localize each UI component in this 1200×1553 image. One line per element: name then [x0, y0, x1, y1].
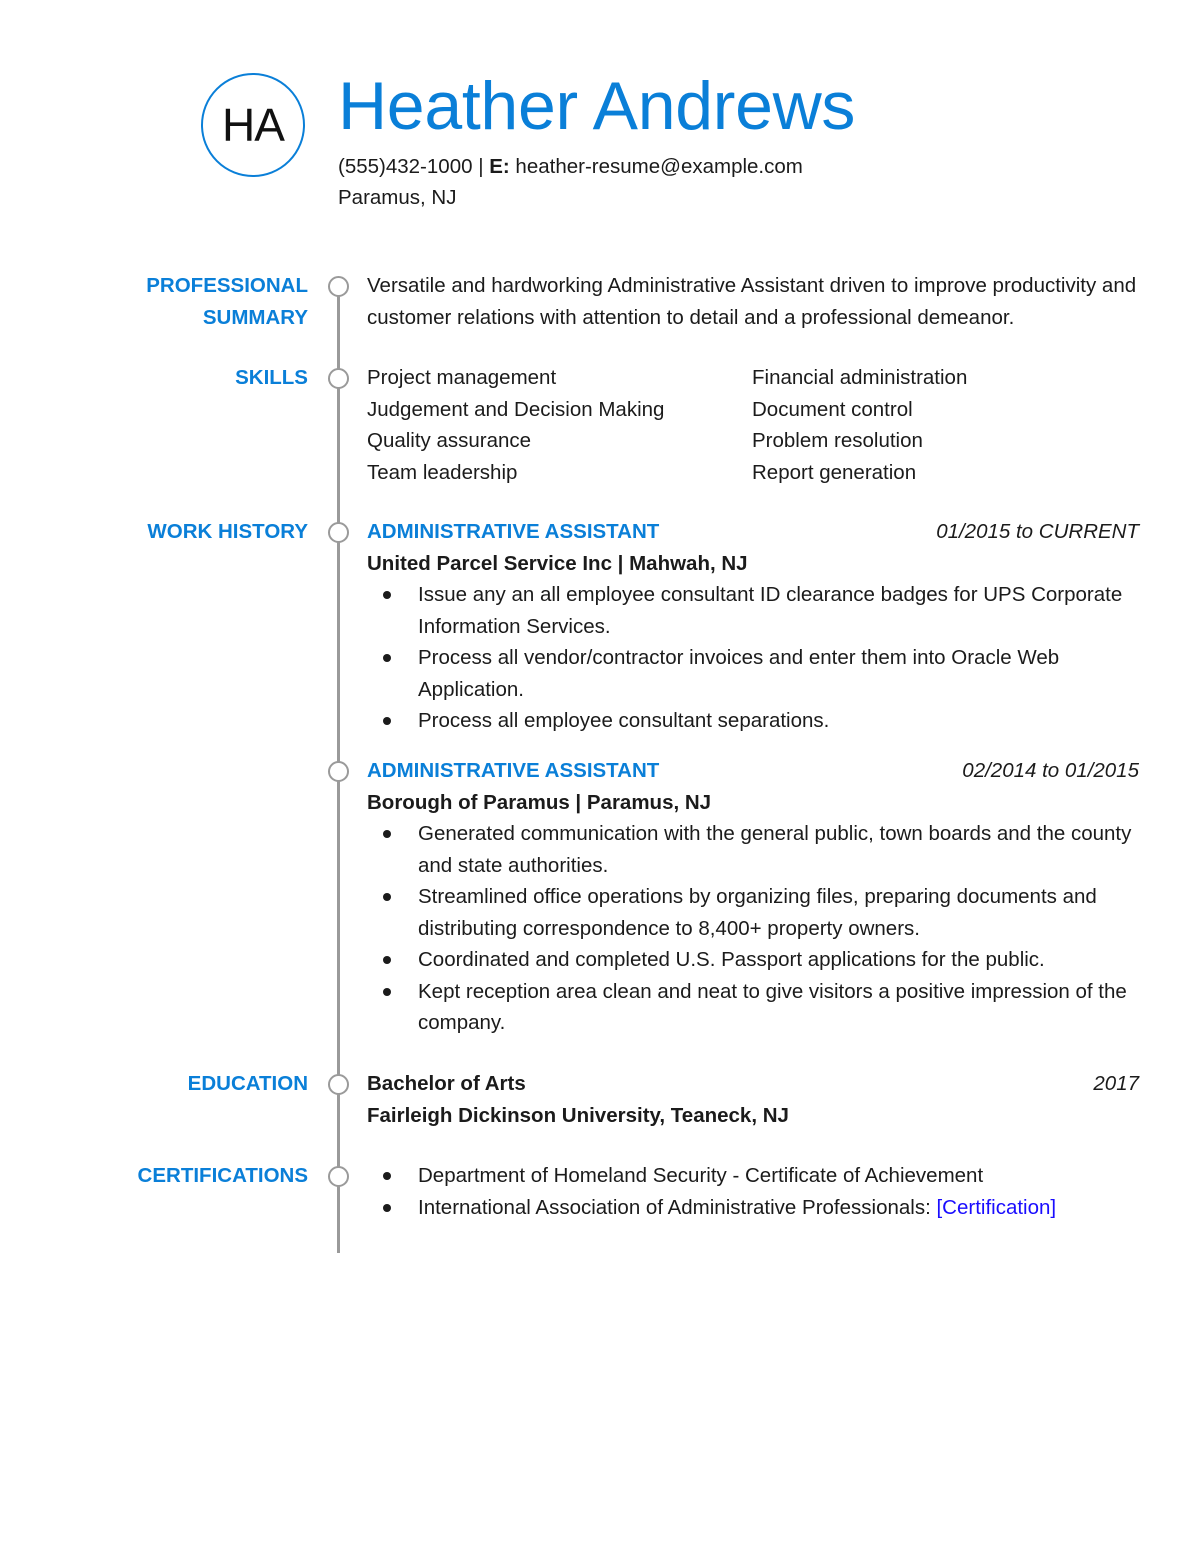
certification-item: International Association of Administrat… — [367, 1192, 1139, 1224]
skill-item: Report generation — [752, 460, 917, 484]
job-title: ADMINISTRATIVE ASSISTANT — [367, 520, 660, 543]
job-header: ADMINISTRATIVE ASSISTANT 01/2015 to CURR… — [367, 516, 1139, 548]
job-title: ADMINISTRATIVE ASSISTANT — [367, 759, 660, 782]
timeline-circle-icon — [328, 368, 349, 389]
job-header: ADMINISTRATIVE ASSISTANT 02/2014 to 01/2… — [367, 755, 1139, 787]
timeline-circle-icon — [328, 761, 349, 782]
email-address[interactable]: heather-resume@example.com — [515, 155, 802, 178]
job-company: Borough of Paramus | Paramus, NJ — [367, 790, 712, 814]
section-label: WORK HISTORY — [147, 520, 308, 543]
skill-item: Team leadership — [367, 460, 518, 484]
certification-item: Department of Homeland Security - Certif… — [367, 1160, 1139, 1192]
skill-item: Document control — [752, 397, 913, 421]
job-bullet: Streamlined office operations by organiz… — [367, 881, 1139, 944]
section-label: CERTIFICATIONS — [137, 1164, 308, 1187]
monogram-initials: HA — [222, 99, 285, 151]
contact-line: (555)432-1000 | E: heather-resume@exampl… — [338, 151, 803, 182]
school: Fairleigh Dickinson University, Teaneck,… — [367, 1103, 789, 1127]
contact-separator: | — [472, 155, 490, 178]
job-entry: ADMINISTRATIVE ASSISTANT 02/2014 to 01/2… — [367, 755, 1139, 1039]
timeline-circle-icon — [328, 1166, 349, 1187]
skill-item: Judgement and Decision Making — [367, 397, 665, 421]
skill-item: Project management — [367, 366, 557, 389]
certification-text: Department of Homeland Security - Certif… — [418, 1164, 984, 1187]
job-bullets: Generated communication with the general… — [367, 818, 1139, 1039]
job-bullets: Issue any an all employee consultant ID … — [367, 579, 1139, 737]
job-dates: 02/2014 to 01/2015 — [962, 759, 1139, 782]
candidate-name: Heather Andrews — [338, 68, 856, 144]
summary-text: Versatile and hardworking Administrative… — [367, 274, 1137, 329]
section-label: PROFESSIONAL SUMMARY — [146, 270, 308, 333]
timeline-circle-icon — [328, 276, 349, 297]
graduation-year: 2017 — [1093, 1072, 1139, 1095]
phone-number: (555)432-1000 — [338, 155, 473, 178]
location: Paramus, NJ — [338, 186, 457, 209]
timeline-circle-icon — [328, 1074, 349, 1095]
job-bullet: Coordinated and completed U.S. Passport … — [367, 944, 1139, 976]
job-bullet: Generated communication with the general… — [367, 818, 1139, 881]
section-content: Versatile and hardworking Administrative… — [367, 270, 1139, 333]
certifications-list: Department of Homeland Security - Certif… — [367, 1160, 1139, 1223]
section-label-line: SUMMARY — [202, 305, 308, 329]
certification-text: International Association of Administrat… — [418, 1195, 937, 1219]
monogram-avatar: HA — [201, 73, 305, 177]
skill-item: Financial administration — [752, 366, 968, 389]
timeline-circle-icon — [328, 522, 349, 543]
contact-info: (555)432-1000 | E: heather-resume@exampl… — [338, 151, 803, 213]
skill-item: Quality assurance — [367, 429, 532, 452]
certifications-list-wrap: Department of Homeland Security - Certif… — [367, 1160, 1139, 1223]
degree: Bachelor of Arts — [367, 1072, 526, 1095]
section-label: EDUCATION — [187, 1072, 308, 1095]
job-dates: 01/2015 to CURRENT — [936, 520, 1139, 543]
job-bullet: Kept reception area clean and neat to gi… — [367, 976, 1139, 1039]
skills-grid: Project management Financial administrat… — [367, 362, 1139, 488]
section-label-line: PROFESSIONAL — [146, 274, 308, 297]
education-entry: Bachelor of Arts 2017 Fairleigh Dickinso… — [367, 1068, 1139, 1131]
education-header: Bachelor of Arts 2017 — [367, 1068, 1139, 1100]
job-bullet: Process all employee consultant separati… — [367, 705, 1139, 737]
job-bullet: Issue any an all employee consultant ID … — [367, 579, 1139, 642]
job-company: United Parcel Service Inc | Mahwah, NJ — [367, 551, 748, 575]
job-entry: ADMINISTRATIVE ASSISTANT 01/2015 to CURR… — [367, 516, 1139, 737]
email-label: E: — [489, 155, 510, 178]
section-label: SKILLS — [235, 366, 308, 389]
skill-item: Problem resolution — [752, 429, 923, 452]
certification-link[interactable]: [Certification] — [936, 1196, 1056, 1219]
job-bullet: Process all vendor/contractor invoices a… — [367, 642, 1139, 705]
